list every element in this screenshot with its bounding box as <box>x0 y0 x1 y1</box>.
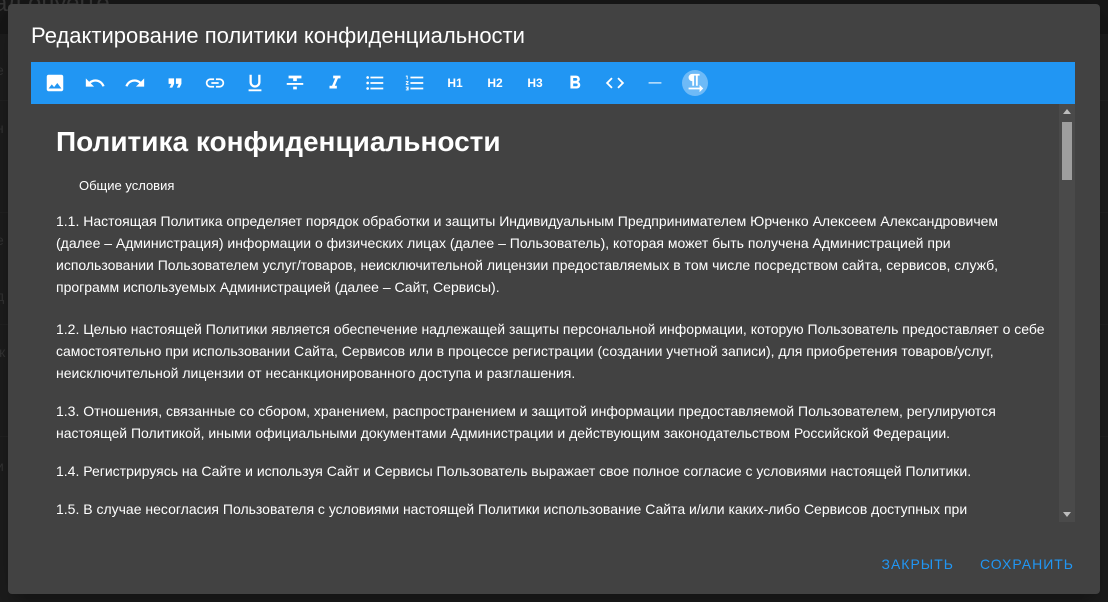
redo-button[interactable] <box>115 63 155 103</box>
editor-toolbar: H1 H2 H3 <box>31 62 1075 104</box>
rich-text-editor[interactable]: Политика конфиденциальности Общие услови… <box>31 104 1075 522</box>
scroll-up-arrow-icon[interactable] <box>1063 109 1071 114</box>
italic-icon <box>329 75 341 89</box>
bullet-list-button[interactable] <box>355 63 395 103</box>
italic-button[interactable] <box>315 63 355 103</box>
paragraph: 1.2. Целью настоящей Политики является о… <box>56 321 1045 381</box>
paragraph-icon <box>688 73 704 93</box>
close-button[interactable]: ЗАКРЫТЬ <box>873 550 963 578</box>
bullet-list-icon <box>366 76 384 90</box>
heading-3-label: H3 <box>527 76 543 90</box>
underline-icon <box>248 74 262 92</box>
strikethrough-icon <box>286 75 304 90</box>
document-subtitle: Общие условия <box>79 178 175 193</box>
document-heading: Политика конфиденциальности <box>56 126 501 157</box>
privacy-policy-dialog: Редактирование политики конфиденциальнос… <box>8 4 1100 594</box>
heading-2-button[interactable]: H2 <box>475 63 515 103</box>
paragraph: 1.5. В случае несогласия Пользователя с … <box>56 501 968 517</box>
paragraph: 1.3. Отношения, связанные со сбором, хра… <box>56 403 996 441</box>
numbered-list-button[interactable] <box>395 63 435 103</box>
paragraph: 1.1. Настоящая Политика определяет поряд… <box>56 213 999 295</box>
scroll-down-arrow-icon[interactable] <box>1063 512 1071 517</box>
strikethrough-button[interactable] <box>275 63 315 103</box>
horizontal-rule-button[interactable] <box>635 63 675 103</box>
heading-1-button[interactable]: H1 <box>435 63 475 103</box>
insert-image-button[interactable] <box>35 63 75 103</box>
code-icon <box>605 77 625 89</box>
dialog-actions: ЗАКРЫТЬ СОХРАНИТЬ <box>873 550 1083 578</box>
code-button[interactable] <box>595 63 635 103</box>
paragraph-button[interactable] <box>675 63 715 103</box>
undo-button[interactable] <box>75 63 115 103</box>
numbered-list-icon <box>405 75 424 91</box>
editor-scrollbar[interactable] <box>1059 104 1075 522</box>
link-button[interactable] <box>195 63 235 103</box>
save-button[interactable]: СОХРАНИТЬ <box>971 550 1083 578</box>
scrollbar-thumb[interactable] <box>1062 122 1072 180</box>
blockquote-button[interactable] <box>155 63 195 103</box>
dialog-title: Редактирование политики конфиденциальнос… <box>31 23 525 48</box>
heading-1-label: H1 <box>447 76 463 90</box>
image-icon <box>46 74 64 92</box>
paragraph: 1.4. Регистрируясь на Сайте и используя … <box>56 463 972 479</box>
heading-3-button[interactable]: H3 <box>515 63 555 103</box>
heading-2-label: H2 <box>487 76 503 90</box>
underline-button[interactable] <box>235 63 275 103</box>
redo-icon <box>125 78 145 87</box>
undo-icon <box>85 78 105 87</box>
horizontal-rule-icon <box>648 82 662 84</box>
bold-icon <box>570 75 581 89</box>
link-icon <box>205 78 225 88</box>
bold-button[interactable] <box>555 63 595 103</box>
blockquote-icon <box>168 78 182 88</box>
